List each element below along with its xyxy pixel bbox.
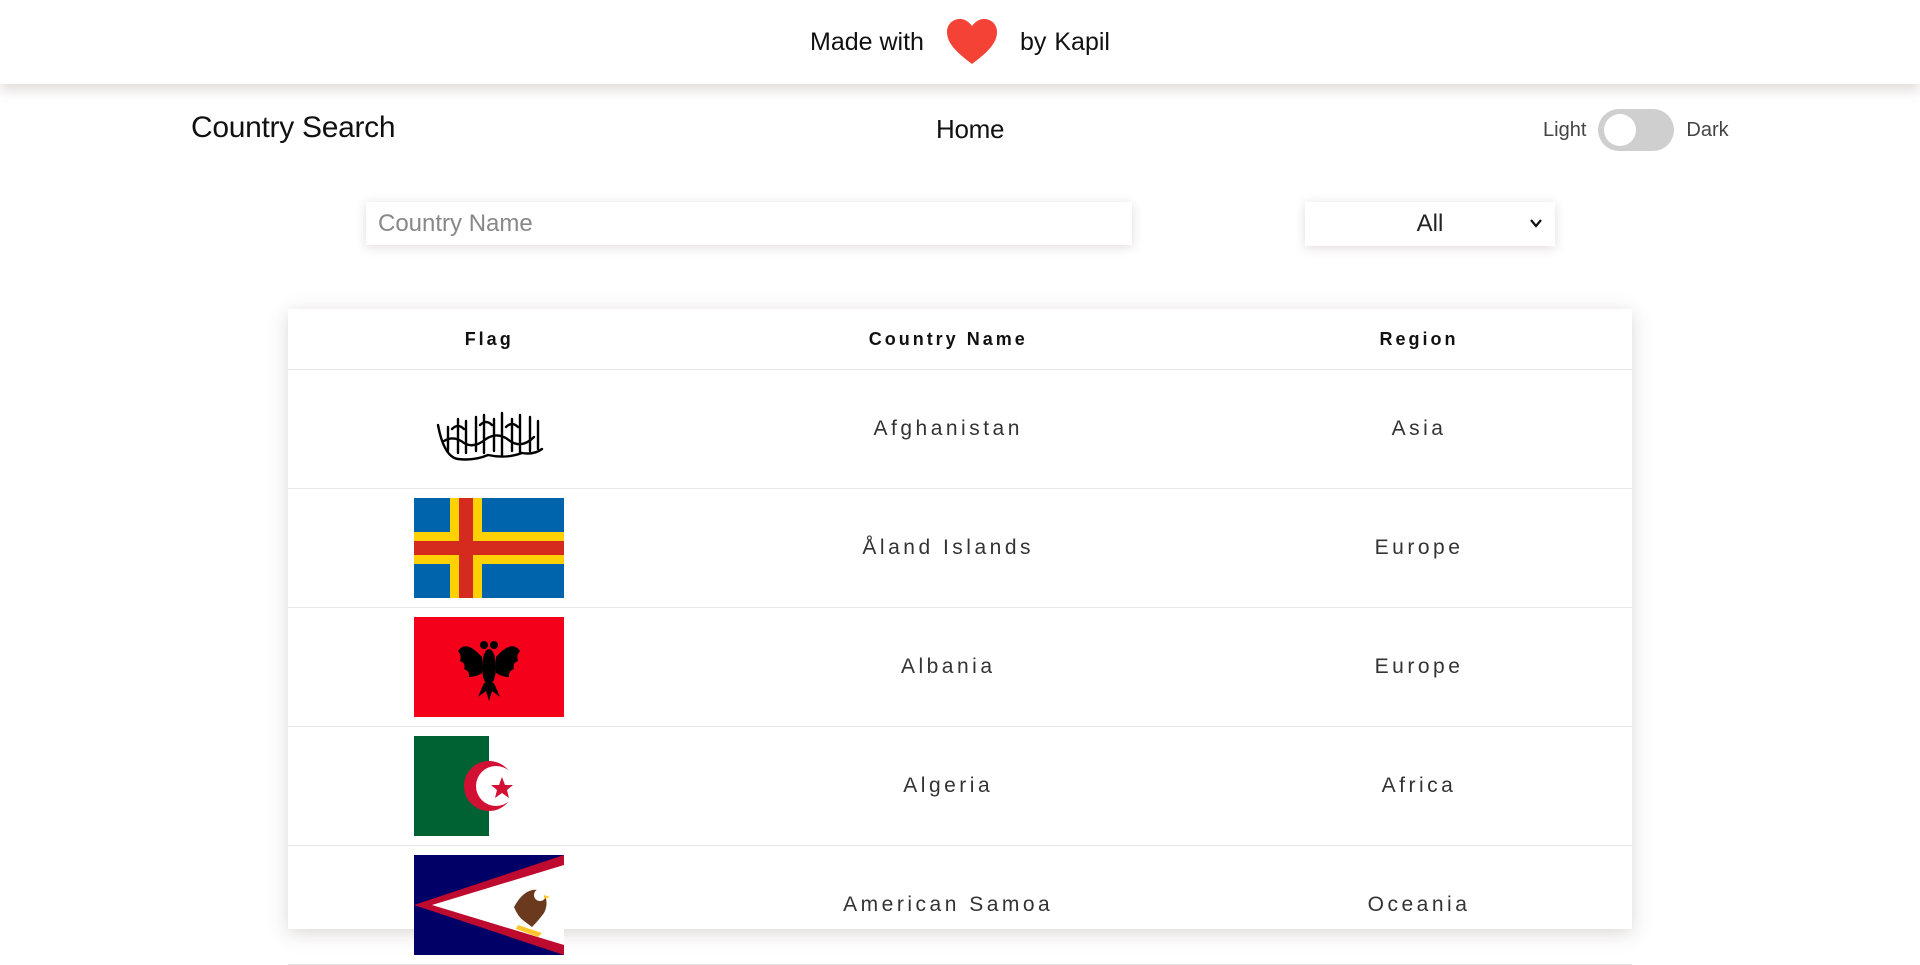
brand-title[interactable]: Country Search <box>191 111 396 145</box>
home-link[interactable]: Home <box>936 114 1004 145</box>
region-filter-value: All <box>1416 210 1444 237</box>
country-name-cell: Algeria <box>690 726 1207 846</box>
country-name-cell: Afghanistan <box>690 369 1207 489</box>
region-cell: Europe <box>1206 488 1632 608</box>
albania-flag <box>414 617 565 717</box>
toggle-knob <box>1604 114 1637 146</box>
region-column-header[interactable]: Region <box>1206 309 1632 370</box>
table-row[interactable]: Afghanistan Asia <box>288 369 1632 489</box>
table-header-row: Flag Country Name Region <box>288 309 1632 370</box>
dark-label: Dark <box>1686 118 1729 141</box>
table-row[interactable]: Albania Europe <box>288 607 1632 727</box>
theme-switcher: Light Dark <box>1543 108 1729 152</box>
country-name-cell: Albania <box>690 607 1207 727</box>
table-row[interactable]: Algeria Africa <box>288 726 1632 846</box>
region-cell: Asia <box>1206 369 1632 489</box>
made-with-text: Made with <box>810 27 924 56</box>
table-row[interactable]: American Samoa Oceania <box>288 845 1632 965</box>
aland-islands-flag <box>414 498 565 598</box>
american-samoa-flag <box>414 855 565 955</box>
theme-toggle[interactable] <box>1598 109 1675 151</box>
author-name: Kapil <box>1054 27 1110 56</box>
afghanistan-flag <box>414 379 565 479</box>
chevron-down-icon <box>1530 219 1542 228</box>
flag-column-header[interactable]: Flag <box>288 309 691 370</box>
algeria-flag <box>414 736 565 836</box>
light-label: Light <box>1543 118 1587 141</box>
by-text: by <box>1019 27 1047 56</box>
country-name-cell: Åland Islands <box>690 488 1207 608</box>
country-name-cell: American Samoa <box>690 845 1207 965</box>
country-search-input[interactable] <box>366 202 1132 245</box>
heart-icon <box>946 18 998 66</box>
region-cell: Africa <box>1206 726 1632 846</box>
region-filter-select[interactable]: All <box>1305 202 1555 246</box>
region-cell: Europe <box>1206 607 1632 727</box>
credits-banner: Made with by Kapil <box>0 0 1920 84</box>
country-name-column-header[interactable]: Country Name <box>690 309 1207 370</box>
country-search-field <box>366 202 1132 245</box>
countries-table: Flag Country Name Region Afghanistan Asi… <box>288 309 1632 965</box>
region-cell: Oceania <box>1206 845 1632 965</box>
table-row[interactable]: Åland Islands Europe <box>288 488 1632 608</box>
